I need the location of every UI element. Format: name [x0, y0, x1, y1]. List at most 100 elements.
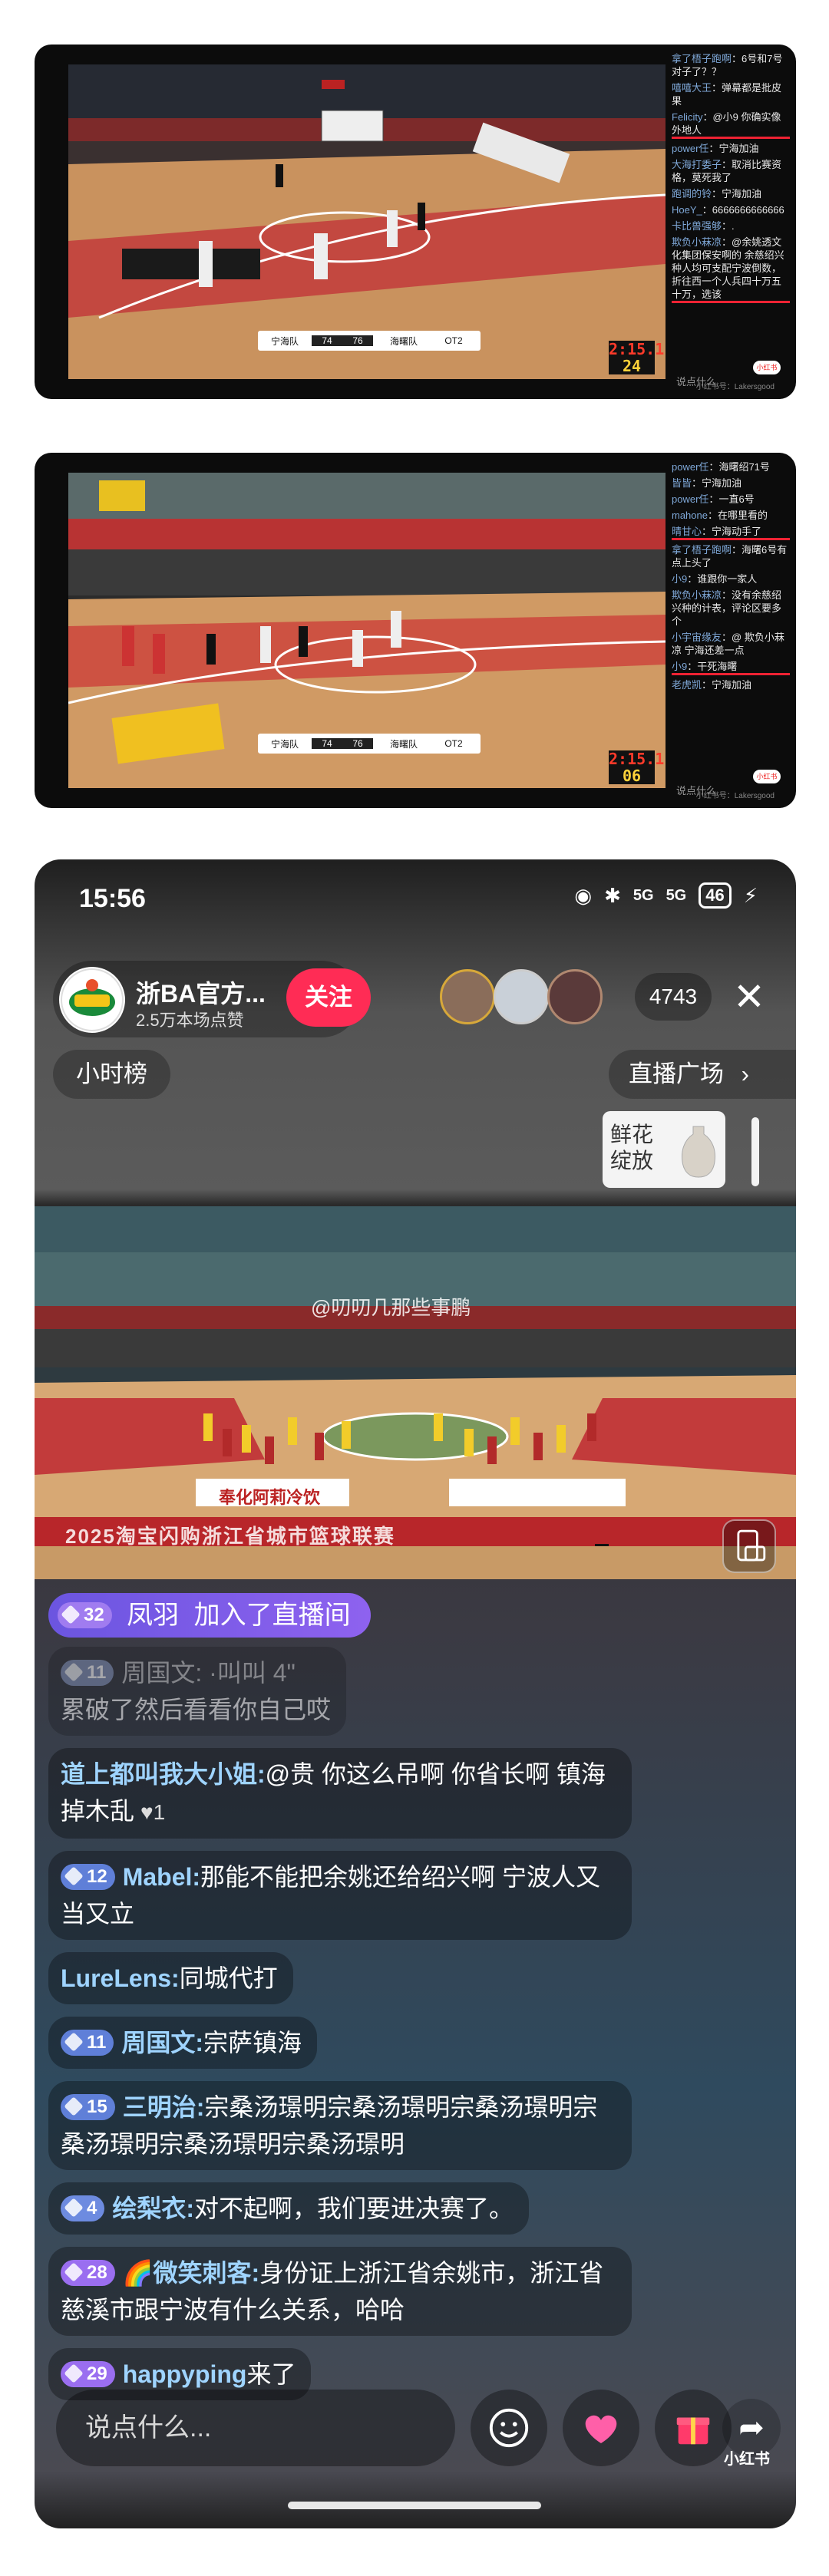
host-avatar[interactable]: [59, 967, 125, 1033]
side-chat-1: 拿了梧子跑啊：6号和7号对子了？？ 嘻嘻大王：弹幕都是批皮果 Felicity：…: [672, 52, 790, 391]
chat-username: 绘梨衣:: [112, 2195, 195, 2222]
heart-icon[interactable]: ♥: [140, 1800, 154, 1824]
chat-line-highlighted: 欺负小菻凉：@余姚透文化集团保安啊的 余慈绍兴种人均可支配宁波倒数，折往西一个人…: [672, 236, 790, 303]
status-icons: ◉ ✱ 5G 5G 46 ⚡: [574, 882, 758, 909]
rotate-icon: [737, 1529, 766, 1562]
level-badge: 11: [61, 1660, 114, 1686]
chat-message[interactable]: LureLens: 同城代打: [48, 1952, 293, 2004]
eye-icon: ◉: [574, 883, 593, 907]
signal-5g-2: 5G: [666, 886, 687, 904]
chat-line: 小宇宙缘友：@ 欺负小菻凉 宁海还差一点: [672, 632, 784, 656]
status-bar: 15:56 ◉ ✱ 5G 5G 46 ⚡: [35, 859, 796, 932]
emoji-button[interactable]: [471, 2390, 547, 2466]
bluetooth-icon: ✱: [604, 883, 621, 907]
chat-message[interactable]: 11 周国文: ·叫叫 4" 累破了然后看看你自己哎: [48, 1647, 347, 1736]
viewer-avatar[interactable]: [440, 969, 495, 1024]
chat-line: 卡比兽强够：.: [672, 220, 735, 232]
chat-line: 跑调的铃：宁海加油: [672, 188, 762, 200]
level-badge: 32: [58, 1602, 112, 1628]
top-viewers[interactable]: [440, 969, 603, 1024]
gem-icon: [64, 2198, 84, 2218]
chat-message[interactable]: 4 绘梨衣: 对不起啊，我们要进决赛了。: [48, 2182, 530, 2235]
chat-username: 三明治:: [122, 2093, 205, 2121]
watermark: 小红书号：Lakersgood: [695, 792, 775, 800]
home-score: 74: [312, 738, 342, 749]
chat-username: Mabel:: [122, 1863, 201, 1891]
chat-line: power任：宁海加油: [672, 143, 759, 154]
live-video[interactable]: @叨叨几那些事鹏 奉化阿莉冷饮 2025淘宝闪购浙江省城市篮球联赛: [35, 1206, 796, 1579]
shot-clock: 06: [609, 767, 655, 784]
chat-message[interactable]: 12 Mabel: 那能不能把余姚还给绍兴啊 宁波人又当又立: [48, 1851, 632, 1940]
gift-icon: [676, 2417, 710, 2445]
comment-input[interactable]: 说点什么...: [56, 2390, 455, 2466]
chat-text: 累破了然后看看你自己哎: [61, 1696, 332, 1723]
gem-icon: [64, 2262, 84, 2282]
heart-icon: [585, 2415, 617, 2443]
chat-line: 大海打委子：取消比赛资格，莫死我了: [672, 159, 782, 183]
like-button[interactable]: [563, 2390, 639, 2466]
viewer-count[interactable]: 4743: [635, 973, 712, 1021]
chat-message[interactable]: 道上都叫我大小姐: @贵 你这么吊啊 你省长啊 镇海掉木乱 ♥ 1: [48, 1748, 632, 1839]
chevron-right-icon: ›: [741, 1060, 749, 1087]
scoreboard: 宁海队 74 76 海曙队 OT2: [258, 331, 481, 351]
zhe-ba-logo-icon: [61, 968, 124, 1031]
gift-button[interactable]: [655, 2390, 732, 2466]
chat-username: 🌈微笑刺客:: [122, 2259, 260, 2287]
screenshot-panel-2: 宁海队 74 76 海曙队 OT2 2:15.1 06 power任：海曙绍71…: [35, 453, 796, 808]
screenshot-panel-1: 宁海队 74 76 海曙队 OT2 2:15.1 24 拿了梧子跑啊：6号和7号…: [35, 45, 796, 399]
chat-text: 宗萨镇海: [203, 2029, 302, 2057]
game-clock: 2:15.1: [609, 750, 665, 768]
away-score: 76: [342, 335, 373, 346]
chat-message[interactable]: 11 周国文: 宗萨镇海: [48, 2017, 318, 2069]
share-icon: ➦: [738, 2411, 765, 2445]
chat-username: 道上都叫我大小姐:: [61, 1760, 266, 1788]
xiaohongshu-logo: 小红书: [753, 361, 781, 374]
bottom-bar: 说点什么... ➦: [35, 2376, 796, 2475]
away-team: 海曙队: [389, 738, 418, 750]
gem-icon: [64, 2096, 84, 2116]
side-chat-2: power任：海曙绍71号 皆皆：宁海加油 power任：一直6号 mahone…: [672, 460, 790, 800]
gift-scroll-indicator: [751, 1117, 759, 1186]
home-team: 宁海队: [270, 738, 299, 750]
charging-icon: ⚡: [743, 883, 758, 907]
chat-message[interactable]: 15 三明治: 宗桑汤璟明宗桑汤璟明宗桑汤璟明宗桑汤璟明宗桑汤璟明宗桑汤璟明: [48, 2081, 632, 2170]
chat-line: HoeY_：6666666666666: [672, 204, 784, 216]
chat-line: mahone：在哪里看的: [672, 510, 768, 521]
level-badge: 12: [61, 1864, 115, 1890]
away-score: 76: [342, 738, 373, 749]
vase-icon: [682, 1126, 715, 1178]
viewer-avatar[interactable]: [547, 969, 603, 1024]
viewer-avatar[interactable]: [494, 969, 549, 1024]
live-square-button[interactable]: 直播广场 ›: [609, 1050, 796, 1099]
join-notice: 32 凤羽 加入了直播间: [48, 1593, 371, 1638]
chat-line: 小9：谁跟你一家人: [672, 573, 758, 585]
rotate-screen-button[interactable]: [722, 1519, 776, 1573]
chat-line: power任：一直6号: [672, 493, 755, 505]
shot-clock: 24: [609, 358, 655, 374]
status-time: 15:56: [79, 884, 146, 913]
level-badge: 11: [61, 2030, 114, 2056]
gem-icon: [64, 2032, 84, 2052]
host-name: 浙BA官方...: [136, 980, 266, 1008]
close-icon[interactable]: ✕: [725, 973, 773, 1021]
chat-username: LureLens:: [61, 1964, 180, 1992]
follow-button[interactable]: 关注: [286, 968, 371, 1027]
game-clock: 2:15.1: [609, 340, 665, 358]
gem-icon: [64, 1662, 84, 1682]
chat-line: 皆皆：宁海加油: [672, 477, 742, 489]
chat-line: 老虎凯：宁海加油: [672, 679, 752, 691]
game-video-2: 宁海队 74 76 海曙队 OT2 2:15.1 06: [68, 473, 666, 788]
host-likes: 2.5万本场点赞: [136, 1011, 244, 1030]
hourly-rank-button[interactable]: 小时榜: [53, 1050, 170, 1099]
home-indicator[interactable]: [288, 2502, 541, 2509]
signal-5g-1: 5G: [632, 886, 654, 904]
chat-message[interactable]: 28 🌈微笑刺客: 身份证上浙江省余姚市，浙江省慈溪市跟宁波有什么关系，哈哈: [48, 2247, 632, 2336]
chat-line: power任：海曙绍71号: [672, 461, 770, 473]
level-badge: 28: [61, 2260, 115, 2286]
chat-line: 拿了梧子跑啊：6号和7号对子了？？: [672, 53, 783, 78]
live-room-screen: 15:56 ◉ ✱ 5G 5G 46 ⚡ 浙BA官方... 2.5万本场点赞 关…: [35, 859, 796, 2528]
away-team: 海曙队: [389, 335, 418, 347]
live-square-label: 直播广场: [629, 1060, 724, 1087]
gift-banner[interactable]: 鲜花 绽放: [603, 1111, 725, 1188]
video-watermark: @叨叨几那些事鹏: [311, 1296, 471, 1319]
